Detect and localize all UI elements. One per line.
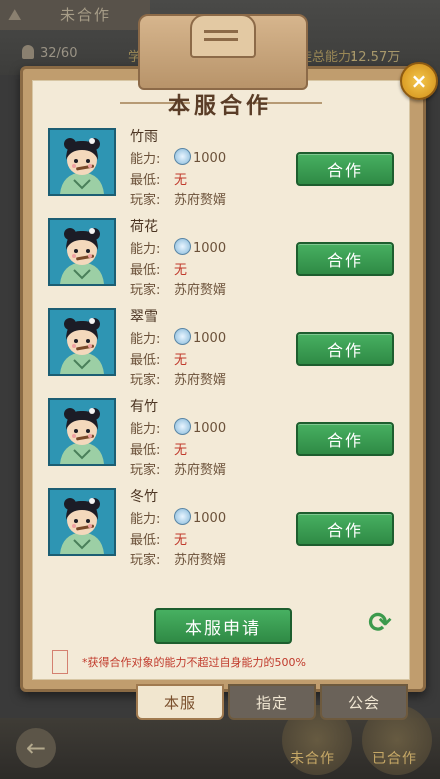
player-value: 苏府赘婿 [174,463,227,478]
ability-attr: 能力: 1000 [130,148,226,167]
ability-value: 1000 [193,331,227,346]
min-value: 无 [174,353,188,368]
cooperate-button[interactable]: 合作 [296,422,394,456]
ability-label: 能力: [130,512,161,527]
player-attr: 玩家: 苏府赘婿 [130,279,226,298]
apprentice-count: 32/60 [40,46,78,61]
min-label: 最低: [130,443,161,458]
ability-attr: 能力: 1000 [130,238,226,257]
person-icon [22,45,34,59]
min-label: 最低: [130,353,161,368]
player-label: 玩家: [130,283,161,298]
ability-value: 1000 [193,421,227,436]
coin-icon [174,148,191,165]
ability-value: 1000 [193,511,227,526]
modal-title-bar: 本服合作 [110,86,330,122]
player-value: 苏府赘婿 [174,193,227,208]
min-attr: 最低: 无 [130,259,187,278]
background-tab: ⛰ 未合作 [0,0,150,30]
cooperate-button[interactable]: 合作 [296,242,394,276]
ability-label: 能力: [130,242,161,257]
ability-label: 能力: [130,422,161,437]
cooperate-button[interactable]: 合作 [296,332,394,366]
player-attr: 玩家: 苏府赘婿 [130,549,226,568]
candidate-name: 竹雨 [130,129,158,145]
candidate-name: 冬竹 [130,489,158,505]
tab-designated[interactable]: 指定 [228,684,316,720]
mountain-icon: ⛰ [8,5,22,24]
min-value: 无 [174,443,188,458]
avatar [48,398,116,466]
rule-note: *获得合作对象的能力不超过自身能力的500% [82,656,306,669]
bottom-tab-cooperated[interactable]: 已合作 [372,748,417,768]
candidate-row: 冬竹 能力: 1000 最低: 无 玩家: 苏府赘婿 合作 [44,486,404,570]
min-value: 无 [174,533,188,548]
bottom-tab-uncooperated[interactable]: 未合作 [290,748,335,768]
back-arrow-button[interactable]: ← [16,728,56,768]
candidate-row: 有竹 能力: 1000 最低: 无 玩家: 苏府赘婿 合作 [44,396,404,480]
min-attr: 最低: 无 [130,529,187,548]
background-tab-label: 未合作 [60,6,112,24]
close-icon[interactable]: × [411,69,428,93]
min-label: 最低: [130,263,161,278]
min-attr: 最低: 无 [130,439,187,458]
ability-attr: 能力: 1000 [130,328,226,347]
min-attr: 最低: 无 [130,349,187,368]
avatar [48,308,116,376]
tab-guild[interactable]: 公会 [320,684,408,720]
candidate-row: 竹雨 能力: 1000 最低: 无 玩家: 苏府赘婿 合作 [44,126,404,210]
min-label: 最低: [130,173,161,188]
ability-total-value: 12.57万 [350,50,401,65]
refresh-icon[interactable]: ⟳ [364,606,396,639]
candidate-row: 翠雪 能力: 1000 最低: 无 玩家: 苏府赘婿 合作 [44,306,404,390]
ability-label: 能力: [130,332,161,347]
min-value: 无 [174,173,188,188]
coin-icon [174,238,191,255]
close-button[interactable]: × [400,62,438,100]
coin-icon [174,418,191,435]
ability-attr: 能力: 1000 [130,508,226,527]
player-attr: 玩家: 苏府赘婿 [130,459,226,478]
cooperate-button[interactable]: 合作 [296,512,394,546]
player-attr: 玩家: 苏府赘婿 [130,189,226,208]
candidate-name: 荷花 [130,219,158,235]
ability-value: 1000 [193,151,227,166]
seal-stamp-icon [52,650,68,674]
coin-icon [174,328,191,345]
coin-icon [174,508,191,525]
min-attr: 最低: 无 [130,169,187,188]
candidate-name: 翠雪 [130,309,158,325]
player-value: 苏府赘婿 [174,553,227,568]
avatar [48,128,116,196]
player-value: 苏府赘婿 [174,283,227,298]
min-label: 最低: [130,533,161,548]
player-label: 玩家: [130,373,161,388]
player-value: 苏府赘婿 [174,373,227,388]
min-value: 无 [174,263,188,278]
ability-attr: 能力: 1000 [130,418,226,437]
avatar [48,218,116,286]
candidate-row: 荷花 能力: 1000 最低: 无 玩家: 苏府赘婿 合作 [44,216,404,300]
candidate-name: 有竹 [130,399,158,415]
player-label: 玩家: [130,463,161,478]
player-attr: 玩家: 苏府赘婿 [130,369,226,388]
clipboard-clip-top [190,14,256,58]
player-label: 玩家: [130,553,161,568]
cooperate-button[interactable]: 合作 [296,152,394,186]
ability-value: 1000 [193,241,227,256]
ability-label: 能力: [130,152,161,167]
server-apply-button[interactable]: 本服申请 [154,608,292,644]
modal-title: 本服合作 [167,93,272,119]
tab-this-server[interactable]: 本服 [136,684,224,720]
player-label: 玩家: [130,193,161,208]
avatar [48,488,116,556]
